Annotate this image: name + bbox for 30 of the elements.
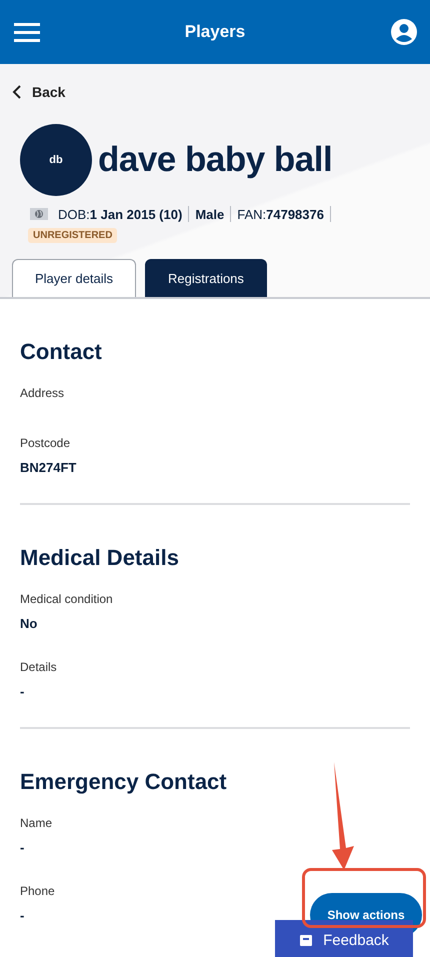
field-label: Name: [20, 815, 52, 831]
tab[interactable]: Registrations: [145, 259, 267, 297]
player-name: dave baby ball: [98, 140, 332, 180]
field-value: -: [20, 839, 24, 857]
avatar: db: [20, 124, 92, 196]
field-label: Medical condition: [20, 591, 113, 607]
field-label: Details: [20, 659, 57, 675]
feedback-button[interactable]: Feedback: [275, 920, 413, 957]
chevron-icon: [12, 85, 22, 99]
account-icon[interactable]: [390, 18, 418, 46]
player-info: Male: [195, 206, 224, 222]
chat-icon: [299, 934, 314, 948]
section-heading: Emergency Contact: [20, 769, 228, 795]
field-value: BN274FT: [20, 459, 76, 477]
back-link[interactable]: Back: [12, 84, 66, 100]
section-heading: Contact: [20, 339, 103, 365]
field-value: -: [20, 907, 24, 925]
player-info: DOB:1 Jan 2015 (10): [58, 206, 182, 222]
status-badge: UNREGISTERED: [28, 228, 118, 243]
page-title: Players: [184, 22, 246, 42]
globe-icon: [30, 208, 48, 220]
field-value: No: [20, 615, 38, 633]
field-value: -: [20, 683, 24, 701]
field-label: Address: [20, 385, 64, 401]
field-label: Postcode: [20, 435, 70, 451]
menu-icon[interactable]: [14, 22, 40, 42]
section-heading: Medical Details: [20, 545, 180, 571]
tab[interactable]: Player details: [12, 259, 136, 297]
field-label: Phone: [20, 883, 55, 899]
player-info: FAN:74798376: [237, 206, 324, 222]
